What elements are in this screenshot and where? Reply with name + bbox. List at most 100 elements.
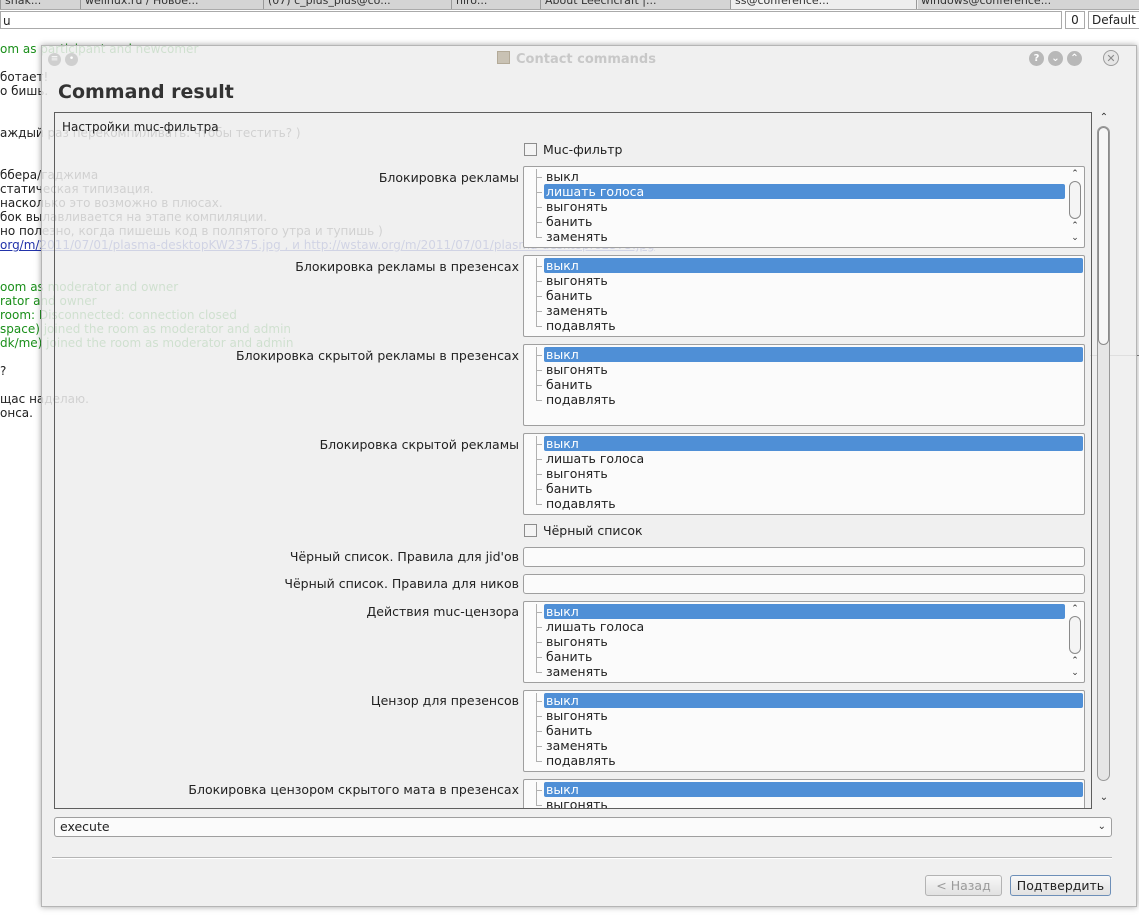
scroll-up-icon[interactable]: ⌃ xyxy=(1098,112,1110,124)
scroll-thumb[interactable] xyxy=(1069,616,1081,654)
option-list[interactable]: выкл выгонять банить заменять подавлять xyxy=(523,690,1085,772)
background-status-combo[interactable]: Default xyxy=(1088,11,1139,29)
background-tab[interactable]: niro... xyxy=(451,0,542,9)
list-item[interactable]: выкл xyxy=(536,436,1083,451)
list-item[interactable]: выкл xyxy=(536,693,1083,708)
list-item[interactable]: банить xyxy=(524,481,1084,496)
list-item[interactable]: банить xyxy=(524,649,1084,664)
list-item[interactable]: выгонять xyxy=(524,797,1084,808)
background-tab[interactable]: ss@conference... xyxy=(730,0,918,9)
checkbox-row[interactable]: Чёрный список xyxy=(524,523,643,538)
option-list[interactable]: выкл выгонять xyxy=(523,779,1085,808)
maximize-icon[interactable]: ⌃ xyxy=(1067,51,1082,66)
background-tab[interactable]: windows@conference... xyxy=(916,0,1131,9)
chat-line: ? xyxy=(0,364,7,378)
option-list[interactable]: выкл лишать голоса выгонять банить заменять ⌃… xyxy=(523,601,1085,683)
field-label: Цензор для презенсов xyxy=(370,693,519,708)
window-app-icon xyxy=(497,51,510,64)
list-item[interactable]: выкл xyxy=(536,347,1083,362)
form-scrollbar[interactable]: ⌃ ⌄ xyxy=(1094,112,1114,809)
text-field[interactable] xyxy=(523,547,1085,567)
confirm-button[interactable]: Подтвердить xyxy=(1010,875,1111,896)
dialog-titlebar[interactable]: ≡ • Contact commands ? ⌄ ⌃ ✕ xyxy=(42,46,1136,72)
list-item[interactable]: подавлять xyxy=(524,318,1084,333)
list-item[interactable]: подавлять xyxy=(524,496,1084,511)
list-item[interactable]: подавлять xyxy=(524,392,1084,407)
scroll-thumb[interactable] xyxy=(1098,127,1109,345)
list-item[interactable]: выкл xyxy=(524,169,1084,184)
help-icon[interactable]: ? xyxy=(1029,51,1044,66)
option-list[interactable]: выкл лишать голоса выгонять банить подавлять xyxy=(523,433,1085,515)
field-label: Чёрный список. Правила для jid'ов xyxy=(289,549,519,564)
field-label: Блокировка рекламы в презенсах xyxy=(295,259,519,274)
action-select-value: execute xyxy=(60,819,110,834)
field-label: Блокировка скрытой рекламы xyxy=(319,437,519,452)
list-item[interactable]: банить xyxy=(524,288,1084,303)
scroll-down-icon[interactable]: ⌄ xyxy=(1069,233,1081,243)
window-menu-icon[interactable]: ≡ xyxy=(48,53,61,66)
list-scrollbar[interactable]: ⌃ ⌃ ⌄ xyxy=(1068,169,1082,245)
page-title: Command result xyxy=(58,81,234,103)
form-scroll-area: Настройки muc-фильтра Muc-фильтр Блокиров… xyxy=(54,112,1092,809)
list-item[interactable]: банить xyxy=(524,377,1084,392)
background-count-field: 0 xyxy=(1065,11,1085,29)
list-item[interactable]: выгонять xyxy=(524,466,1084,481)
checkbox[interactable] xyxy=(524,143,537,156)
list-item[interactable]: выгонять xyxy=(524,273,1084,288)
window-title-text: Contact commands xyxy=(516,52,656,67)
list-item[interactable]: заменять xyxy=(524,664,1084,679)
option-list[interactable]: выкл выгонять банить заменять подавлять xyxy=(523,255,1085,337)
list-item[interactable]: выгонять xyxy=(524,634,1084,649)
list-item[interactable]: выгонять xyxy=(524,708,1084,723)
background-tab[interactable]: About Leechcraft |... xyxy=(540,0,731,9)
chevron-down-icon: ⌄ xyxy=(1097,821,1106,832)
action-select[interactable]: execute ⌄ xyxy=(54,817,1112,837)
list-item[interactable]: выкл xyxy=(536,258,1083,273)
text-field[interactable] xyxy=(523,574,1085,594)
scroll-up-icon[interactable]: ⌃ xyxy=(1069,656,1081,666)
list-item[interactable]: заменять xyxy=(524,229,1084,244)
scroll-up-icon[interactable]: ⌃ xyxy=(1069,221,1081,231)
field-label: Действия muc-цензора xyxy=(366,604,519,619)
list-item[interactable]: подавлять xyxy=(524,753,1084,768)
minimize-icon[interactable]: ⌄ xyxy=(1048,51,1063,66)
list-item[interactable]: банить xyxy=(524,723,1084,738)
list-item[interactable]: заменять xyxy=(524,303,1084,318)
background-tab[interactable]: welinux.ru / Новое... xyxy=(80,0,265,9)
scroll-up-icon[interactable]: ⌃ xyxy=(1069,604,1081,614)
background-tab-bar: snak... welinux.ru / Новое... (07) c_plus_… xyxy=(0,0,1139,10)
field-label: Блокировка рекламы xyxy=(378,170,519,185)
scroll-down-icon[interactable]: ⌄ xyxy=(1069,668,1081,678)
background-topic-field[interactable]: u xyxy=(0,11,1062,29)
button-separator xyxy=(52,857,1112,859)
checkbox-label: Чёрный список xyxy=(543,523,643,538)
contact-commands-dialog: ≡ • Contact commands ? ⌄ ⌃ ✕ Command res… xyxy=(41,45,1137,907)
form-title: Настройки muc-фильтра xyxy=(62,120,219,134)
back-button[interactable]: < Назад xyxy=(925,875,1002,896)
scroll-up-icon[interactable]: ⌃ xyxy=(1069,169,1081,179)
field-label: Блокировка цензором скрытого мата в през… xyxy=(188,782,519,797)
list-scrollbar[interactable]: ⌃ ⌃ ⌄ xyxy=(1068,604,1082,680)
list-item[interactable]: выкл xyxy=(536,604,1065,619)
list-item[interactable]: банить xyxy=(524,214,1084,229)
list-item[interactable]: выкл xyxy=(536,782,1083,797)
scroll-down-icon[interactable]: ⌄ xyxy=(1098,792,1110,804)
list-item[interactable]: выгонять xyxy=(524,362,1084,377)
list-item[interactable]: лишать голоса xyxy=(536,184,1065,199)
background-tab[interactable]: snak... xyxy=(0,0,83,9)
close-icon[interactable]: ✕ xyxy=(1103,50,1119,66)
scroll-track[interactable] xyxy=(1097,126,1110,781)
checkbox-row[interactable]: Muc-фильтр xyxy=(524,142,622,157)
field-label: Блокировка скрытой рекламы в презенсах xyxy=(236,348,519,363)
option-list[interactable]: выкл выгонять банить подавлять xyxy=(523,344,1085,426)
scroll-thumb[interactable] xyxy=(1069,181,1081,219)
option-list[interactable]: выкл лишать голоса выгонять банить заменять ⌃… xyxy=(523,166,1085,248)
list-item[interactable]: заменять xyxy=(524,738,1084,753)
list-item[interactable]: лишать голоса xyxy=(524,451,1084,466)
window-sticky-icon[interactable]: • xyxy=(65,53,78,66)
background-tab[interactable]: (07) c_plus_plus@co... xyxy=(263,0,453,9)
list-item[interactable]: выгонять xyxy=(524,199,1084,214)
field-label: Чёрный список. Правила для ников xyxy=(284,576,519,591)
checkbox[interactable] xyxy=(524,524,537,537)
list-item[interactable]: лишать голоса xyxy=(524,619,1084,634)
